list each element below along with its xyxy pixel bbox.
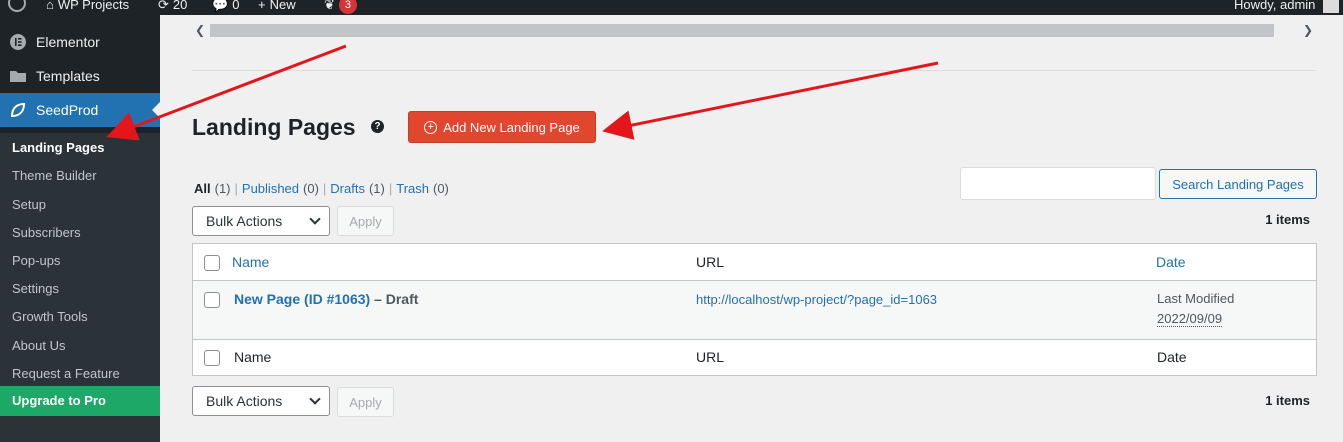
site-name-link[interactable]: ⌂ WP Projects (46, 0, 129, 15)
submenu-item-settings[interactable]: Settings (12, 279, 59, 299)
avatar[interactable] (1323, 0, 1339, 13)
submenu-item-landing-pages[interactable]: Landing Pages (12, 138, 104, 158)
howdy-user-menu[interactable]: Howdy, admin (1234, 0, 1315, 15)
table-footer: Name URL Date (193, 340, 1316, 376)
bulk-actions-select-bottom[interactable]: Bulk Actions (192, 386, 330, 416)
status-filters: All (1) | Published (0) | Drafts (1) | T… (194, 181, 449, 196)
updates-link[interactable]: ⟳ 20 (158, 0, 187, 15)
date-value: 2022/09/09 (1157, 311, 1223, 327)
items-count: 1 items (1265, 212, 1310, 227)
sidebar-item-elementor[interactable]: Elementor (0, 25, 160, 59)
filter-drafts[interactable]: Drafts (330, 181, 365, 196)
home-icon: ⌂ (46, 0, 54, 12)
comments-count: 0 (232, 0, 240, 12)
admin-bar: ⌂ WP Projects ⟳ 20 💬 0 + New ❦ 3 Howdy, … (0, 0, 1343, 15)
column-url: URL (696, 254, 725, 270)
footer-column-url: URL (696, 349, 725, 365)
chevron-down-icon (309, 213, 321, 225)
main-content: ❮ ❯ Landing Pages ? + Add New Landing Pa… (160, 15, 1343, 442)
filter-separator: | (388, 181, 393, 196)
apply-button-bottom[interactable]: Apply (337, 387, 394, 417)
filter-separator: | (234, 181, 238, 196)
table-row: New Page (ID #1063) – Draft http://local… (193, 281, 1316, 340)
submenu-item-about-us[interactable]: About Us (12, 336, 65, 356)
new-label: New (269, 0, 296, 12)
admin-sidebar: Elementor Templates SeedProd Landing Pag… (0, 15, 160, 442)
seedprod-leaf-icon (0, 101, 36, 119)
scrollbar-thumb[interactable] (210, 24, 1274, 37)
row-title: New Page (ID #1063) – Draft (234, 291, 418, 307)
sidebar-item-label: Elementor (36, 34, 100, 50)
footer-column-date: Date (1157, 349, 1187, 365)
row-checkbox[interactable] (204, 292, 220, 308)
site-name-label: WP Projects (57, 0, 130, 12)
add-button-label: Add New Landing Page (443, 119, 580, 135)
filter-published[interactable]: Published (242, 181, 299, 196)
filter-trash[interactable]: Trash (396, 181, 429, 196)
search-input[interactable] (960, 167, 1156, 200)
submenu-item-setup[interactable]: Setup (12, 195, 46, 215)
select-all-checkbox[interactable] (204, 255, 220, 271)
sidebar-item-seedprod[interactable]: SeedProd (0, 93, 160, 127)
chevron-right-icon[interactable]: ❯ (1300, 22, 1316, 38)
row-date: Last Modified 2022/09/09 (1157, 289, 1234, 329)
plus-icon: + (258, 0, 266, 12)
submenu-item-request-feature[interactable]: Request a Feature (12, 364, 120, 384)
page-title: Landing Pages (192, 114, 356, 140)
bulk-actions-label: Bulk Actions (206, 393, 283, 409)
upgrade-to-pro-link[interactable]: Upgrade to Pro (0, 386, 160, 416)
help-icon[interactable]: ? (371, 120, 384, 133)
select-all-checkbox-footer[interactable] (204, 350, 220, 366)
refresh-icon: ⟳ (158, 0, 169, 12)
wordpress-logo-icon[interactable] (8, 0, 26, 12)
column-date-sort[interactable]: Date (1156, 254, 1186, 270)
apply-button[interactable]: Apply (337, 206, 394, 236)
search-landing-pages-button[interactable]: Search Landing Pages (1159, 169, 1317, 199)
comments-link[interactable]: 💬 0 (212, 0, 239, 15)
submenu-item-popups[interactable]: Pop-ups (12, 251, 60, 271)
submenu-item-theme-builder[interactable]: Theme Builder (12, 166, 97, 186)
seedprod-submenu: Landing Pages Theme Builder Setup Subscr… (0, 133, 160, 442)
chevron-down-icon (309, 393, 321, 405)
landing-pages-table: Name URL Date New Page (ID #1063) – Draf… (192, 243, 1317, 376)
current-menu-arrow (152, 102, 160, 118)
updates-count: 20 (172, 0, 188, 12)
page-url-link[interactable]: http://localhost/wp-project/?page_id=106… (696, 292, 937, 307)
page-title-link[interactable]: New Page (ID #1063) (234, 291, 370, 307)
filter-published-count: (0) (303, 181, 319, 196)
horizontal-scrollbar[interactable]: ❮ ❯ (192, 19, 1316, 41)
add-new-landing-page-button[interactable]: + Add New Landing Page (408, 111, 596, 143)
submenu-item-subscribers[interactable]: Subscribers (12, 223, 81, 243)
bulk-actions-label: Bulk Actions (206, 213, 283, 229)
bulk-actions-select[interactable]: Bulk Actions (192, 206, 330, 236)
elementor-icon (0, 33, 36, 51)
submenu-item-growth-tools[interactable]: Growth Tools (12, 307, 88, 327)
items-count-bottom: 1 items (1265, 393, 1310, 408)
folder-icon (0, 68, 36, 84)
sidebar-item-templates[interactable]: Templates (0, 59, 160, 93)
seedprod-leaf-icon: ❦ (324, 0, 335, 12)
sidebar-item-label: Templates (36, 68, 100, 84)
sidebar-item-label: SeedProd (36, 102, 99, 118)
table-header: Name URL Date (193, 244, 1316, 281)
post-state: – Draft (370, 291, 419, 307)
filter-all[interactable]: All (194, 181, 211, 196)
plus-circle-icon: + (424, 120, 438, 134)
divider (192, 70, 1316, 71)
new-content-link[interactable]: + New (258, 0, 296, 15)
filter-separator: | (322, 181, 327, 196)
seedprod-notifications[interactable]: ❦ 3 (324, 0, 357, 15)
filter-all-count: (1) (214, 181, 231, 196)
footer-column-name: Name (234, 349, 272, 365)
date-label: Last Modified (1157, 291, 1235, 306)
filter-drafts-count: (1) (368, 181, 385, 196)
notification-badge: 3 (338, 0, 357, 14)
chevron-left-icon[interactable]: ❮ (192, 22, 208, 38)
filter-trash-count: (0) (433, 181, 449, 196)
column-name-sort[interactable]: Name (232, 254, 269, 270)
comment-icon: 💬 (212, 0, 229, 12)
